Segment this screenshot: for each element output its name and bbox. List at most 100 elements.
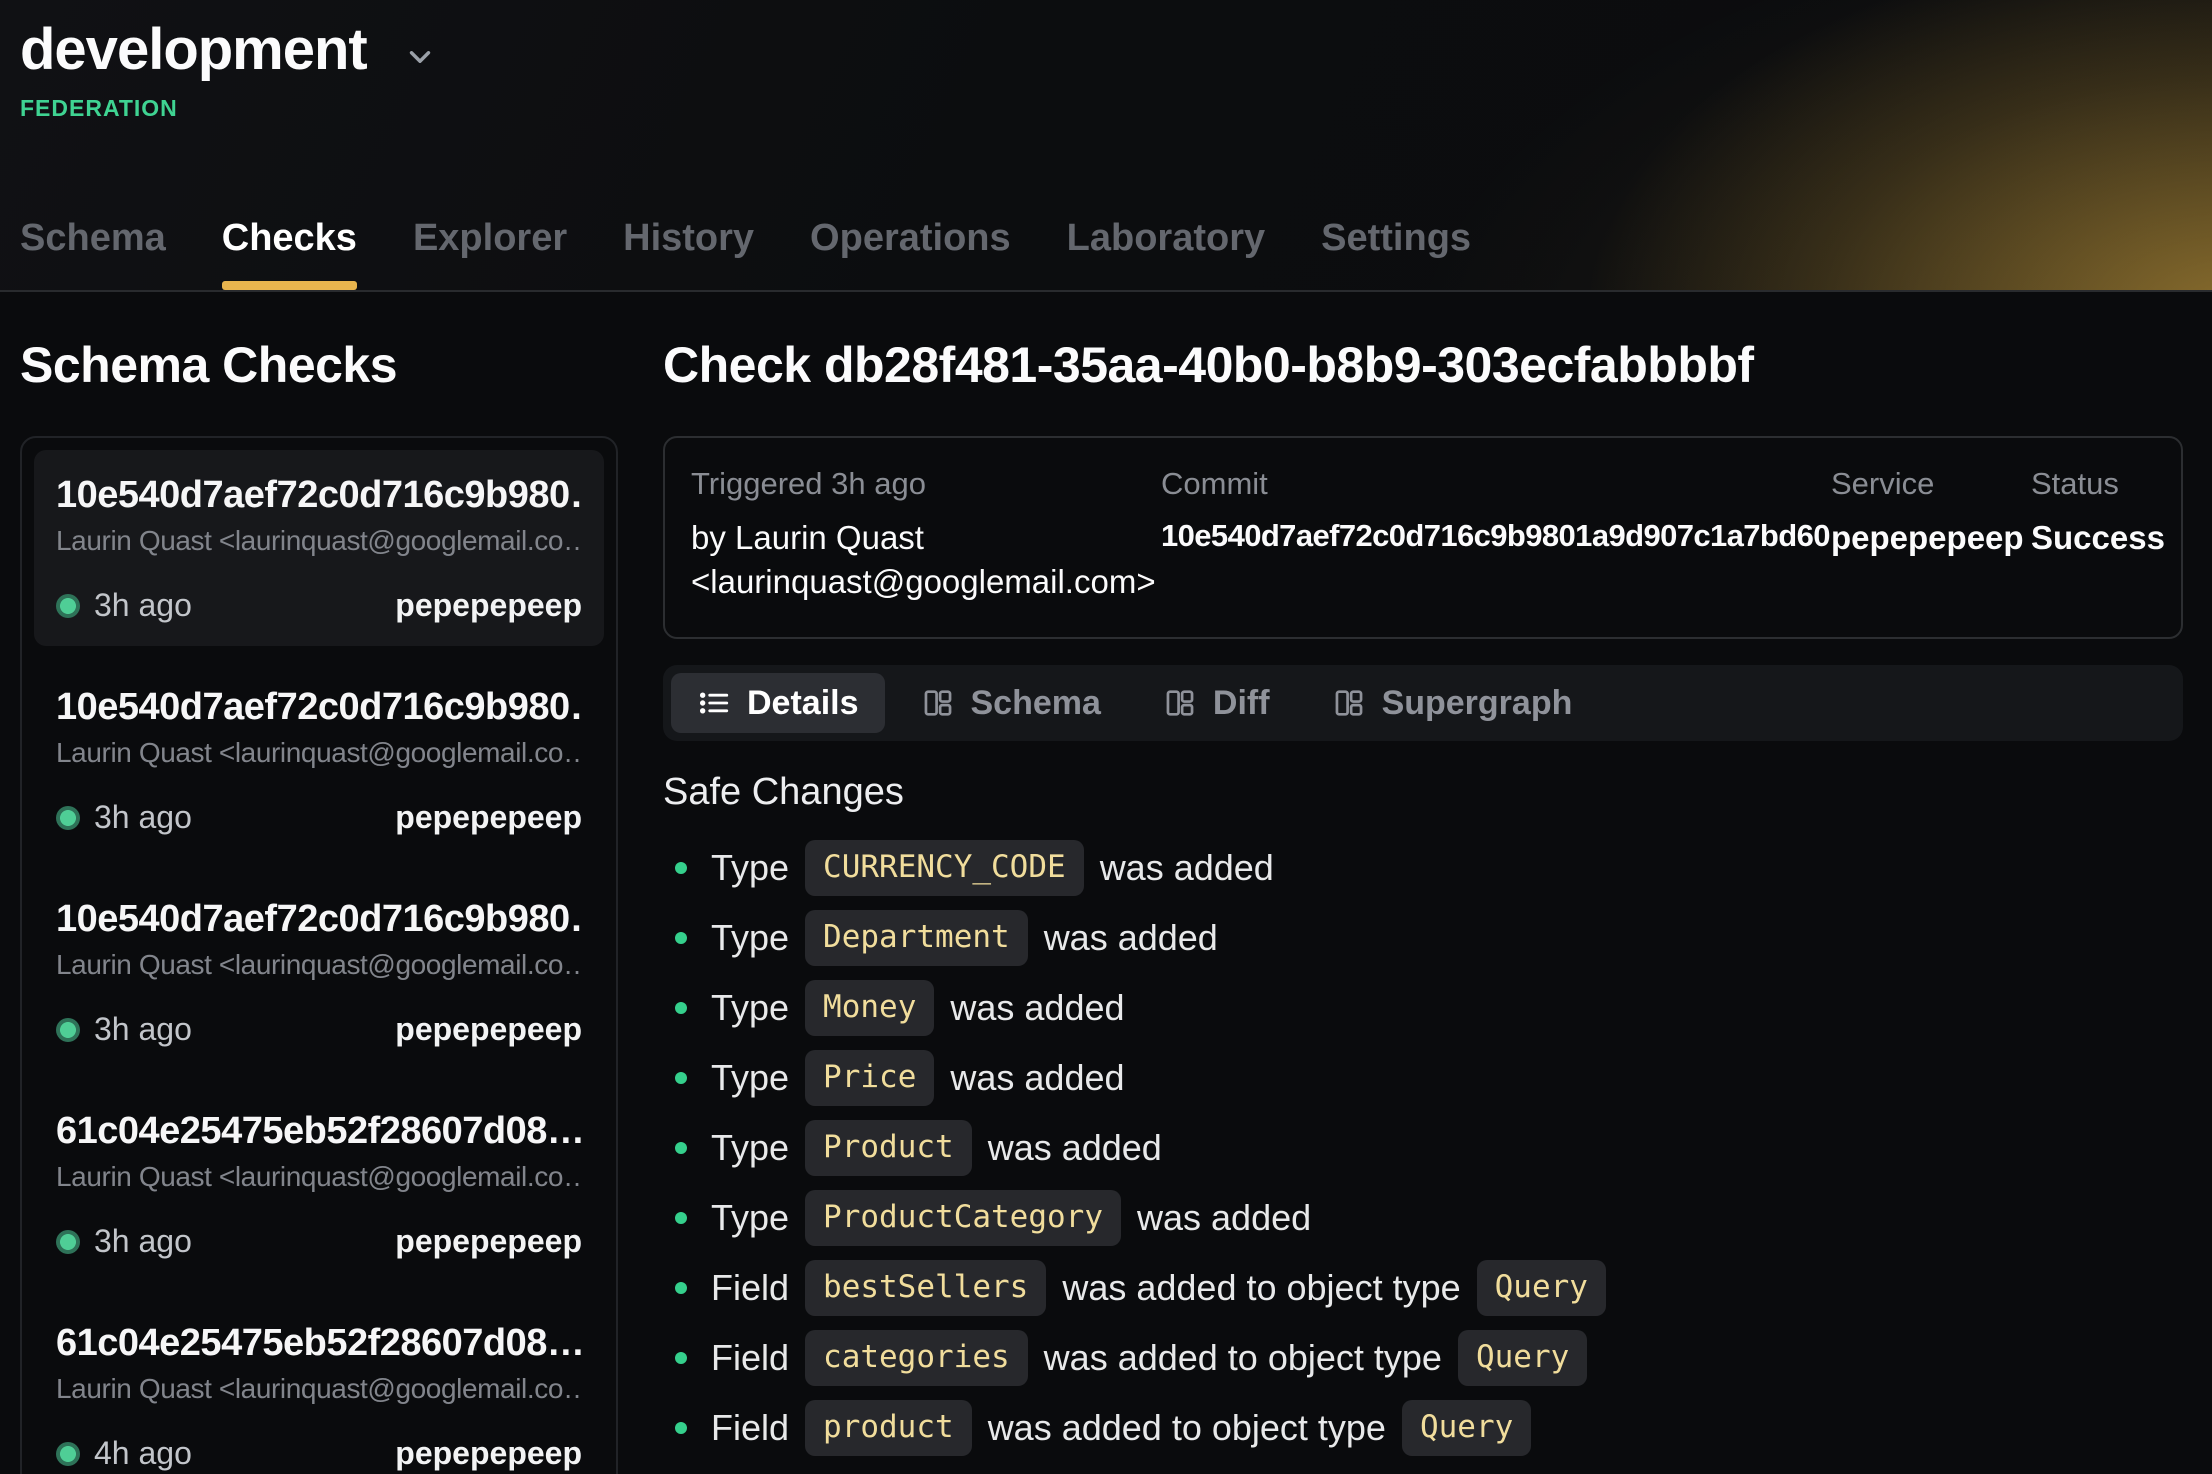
change-text: was added (950, 987, 1124, 1029)
commit-value: 10e540d7aef72c0d716c9b9801a9d907c1a7bd60 (1161, 516, 1831, 557)
change-row: Field product was added to object type Q… (663, 1400, 2183, 1456)
bullet-icon (675, 1422, 687, 1434)
tab-settings[interactable]: Settings (1321, 217, 1471, 290)
tab-diff[interactable]: Diff (1137, 673, 1296, 733)
change-kind: Type (711, 847, 789, 889)
change-code-chip: ProductCategory (805, 1190, 1121, 1246)
change-code-chip: Department (805, 910, 1028, 966)
change-kind: Field (711, 1267, 789, 1309)
check-time: 3h ago (94, 1011, 192, 1048)
check-author: Laurin Quast <laurinquast@googlemail.co… (56, 737, 582, 769)
tab-explorer[interactable]: Explorer (413, 217, 567, 290)
bullet-icon (675, 1002, 687, 1014)
check-id: 10e540d7aef72c0d716c9b980… (56, 686, 582, 729)
change-row: Field bestSellers was added to object ty… (663, 1260, 2183, 1316)
check-service: pepepepeep (395, 1435, 582, 1472)
project-selector[interactable]: development (20, 16, 2212, 83)
check-meta-row: 4h ago pepepepeep (56, 1435, 582, 1472)
bullet-icon (675, 862, 687, 874)
tab-operations[interactable]: Operations (810, 217, 1011, 290)
change-code-chip: Price (805, 1050, 934, 1106)
tab-supergraph[interactable]: Supergraph (1306, 673, 1599, 733)
change-text: was added (1100, 847, 1274, 889)
change-text: was added to object type (1044, 1337, 1442, 1379)
success-dot-icon (56, 1442, 80, 1466)
check-service: pepepepeep (395, 1011, 582, 1048)
success-dot-icon (56, 806, 80, 830)
change-row: Field categories was added to object typ… (663, 1330, 2183, 1386)
safe-changes-heading: Safe Changes (663, 771, 2183, 814)
tab-laboratory[interactable]: Laboratory (1067, 217, 1265, 290)
schema-checks-items: 10e540d7aef72c0d716c9b980… Laurin Quast … (34, 450, 604, 1474)
triggered-value: by Laurin Quast <laurinquast@googlemail.… (691, 516, 1161, 603)
check-detail-panel: Check db28f481-35aa-40b0-b8b9-303ecfabbb… (663, 292, 2183, 1474)
check-meta-row: 3h ago pepepepeep (56, 1011, 582, 1048)
commit-label: Commit (1161, 466, 1831, 502)
commit-cell: Commit 10e540d7aef72c0d716c9b9801a9d907c… (1161, 466, 1831, 603)
status-value: Success (2031, 516, 2165, 560)
check-time: 3h ago (94, 1223, 192, 1260)
bullet-icon (675, 1072, 687, 1084)
change-kind: Type (711, 1197, 789, 1239)
change-code-chip: bestSellers (805, 1260, 1046, 1316)
check-meta-row: 3h ago pepepepeep (56, 1223, 582, 1260)
check-id: 61c04e25475eb52f28607d08… (56, 1110, 582, 1153)
check-info-box: Triggered 3h ago by Laurin Quast <laurin… (663, 436, 2183, 639)
check-list-item[interactable]: 10e540d7aef72c0d716c9b980… Laurin Quast … (34, 450, 604, 646)
federation-badge: FEDERATION (20, 95, 2212, 122)
tab-schema-view[interactable]: Schema (895, 673, 1127, 733)
check-list-item[interactable]: 61c04e25475eb52f28607d08… Laurin Quast <… (34, 1298, 604, 1474)
change-text: was added to object type (988, 1407, 1386, 1449)
tab-details-label: Details (747, 684, 859, 723)
check-id: 10e540d7aef72c0d716c9b980… (56, 474, 582, 517)
tab-schema[interactable]: Schema (20, 217, 166, 290)
change-text: was added (1044, 917, 1218, 959)
change-kind: Type (711, 987, 789, 1029)
columns-icon (921, 686, 955, 720)
check-id: 61c04e25475eb52f28607d08… (56, 1322, 582, 1365)
service-cell: Service pepepepeep (1831, 466, 2031, 603)
main-nav: Schema Checks Explorer History Operation… (20, 217, 2212, 290)
change-code-chip: categories (805, 1330, 1028, 1386)
change-text: was added (988, 1127, 1162, 1169)
check-list-item[interactable]: 10e540d7aef72c0d716c9b980… Laurin Quast … (34, 662, 604, 858)
change-row: Type Product was added (663, 1120, 2183, 1176)
check-list-item[interactable]: 10e540d7aef72c0d716c9b980… Laurin Quast … (34, 874, 604, 1070)
check-author: Laurin Quast <laurinquast@googlemail.co… (56, 949, 582, 981)
success-dot-icon (56, 594, 80, 618)
check-author: Laurin Quast <laurinquast@googlemail.co… (56, 1161, 582, 1193)
tab-checks[interactable]: Checks (222, 217, 357, 290)
change-code2-chip: Query (1458, 1330, 1587, 1386)
service-label: Service (1831, 466, 2031, 502)
page: development FEDERATION Schema Checks Exp… (0, 0, 2212, 1474)
change-row: Type Department was added (663, 910, 2183, 966)
check-service: pepepepeep (395, 799, 582, 836)
check-meta-row: 3h ago pepepepeep (56, 799, 582, 836)
check-detail-tabs: Details Schema Dif (663, 665, 2183, 741)
change-row: Type ProductCategory was added (663, 1190, 2183, 1246)
change-code-chip: Product (805, 1120, 972, 1176)
check-meta-row: 3h ago pepepepeep (56, 587, 582, 624)
success-dot-icon (56, 1230, 80, 1254)
safe-changes-list: Type CURRENCY_CODE was added Type Depart… (663, 840, 2183, 1456)
change-code-chip: CURRENCY_CODE (805, 840, 1084, 896)
change-code2-chip: Query (1477, 1260, 1606, 1316)
list-icon (697, 686, 731, 720)
tab-diff-label: Diff (1213, 684, 1270, 723)
status-cell: Status Success (2031, 466, 2165, 603)
content: Schema Checks 10e540d7aef72c0d716c9b980…… (0, 292, 2212, 1474)
tab-history[interactable]: History (623, 217, 754, 290)
check-time: 3h ago (94, 799, 192, 836)
chevron-down-icon[interactable] (403, 40, 437, 74)
change-row: Type Money was added (663, 980, 2183, 1036)
change-kind: Field (711, 1407, 789, 1449)
schema-checks-panel: Schema Checks 10e540d7aef72c0d716c9b980…… (20, 292, 618, 1474)
change-text: was added (950, 1057, 1124, 1099)
columns-icon (1332, 686, 1366, 720)
tab-details[interactable]: Details (671, 673, 885, 733)
columns-icon (1163, 686, 1197, 720)
check-list-item[interactable]: 61c04e25475eb52f28607d08… Laurin Quast <… (34, 1086, 604, 1282)
change-code-chip: product (805, 1400, 972, 1456)
change-code2-chip: Query (1402, 1400, 1531, 1456)
triggered-cell: Triggered 3h ago by Laurin Quast <laurin… (691, 466, 1161, 603)
